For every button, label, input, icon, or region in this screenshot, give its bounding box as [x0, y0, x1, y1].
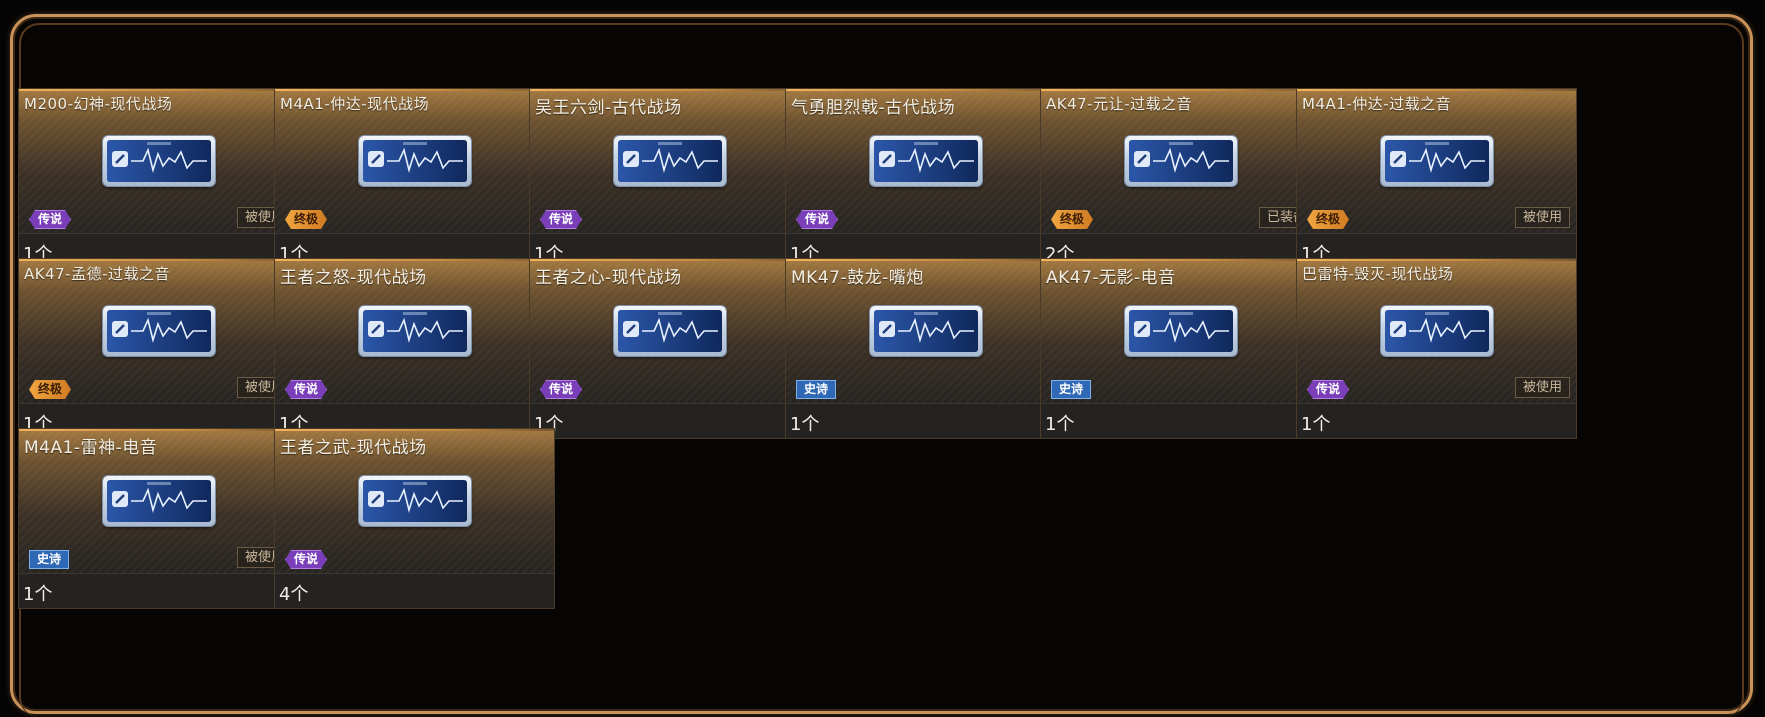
rarity-badge: 传说: [540, 210, 582, 229]
sound-ticket-icon: [1380, 306, 1493, 356]
item-name: M200-幻神-现代战场: [24, 95, 173, 113]
sound-ticket-icon: [869, 136, 982, 186]
item-card[interactable]: 王者之心-现代战场传说 1个: [529, 258, 810, 439]
rarity-badge: 史诗: [29, 550, 70, 569]
sound-ticket-icon: [613, 306, 726, 356]
rarity-badge: 史诗: [796, 380, 837, 399]
item-name: 王者之怒-现代战场: [280, 268, 427, 288]
rarity-badge: 终极: [285, 210, 327, 229]
count-bar: 1个: [1041, 404, 1320, 438]
sound-ticket-icon: [102, 306, 215, 356]
sound-ticket-icon: [358, 476, 471, 526]
item-card[interactable]: M200-幻神-现代战场 传说 被使用 1个: [18, 88, 299, 269]
rarity-badge: 终极: [29, 380, 71, 399]
item-count: 1个: [1301, 414, 1331, 435]
item-count: 1个: [1045, 414, 1075, 435]
item-card[interactable]: AK47-无影-电音史诗 1个: [1040, 258, 1321, 439]
rarity-badge: 传说: [285, 380, 327, 399]
item-card[interactable]: 王者之怒-现代战场 传说 1个: [274, 258, 555, 439]
item-card[interactable]: M4A1-仲达-现代战场 终极 1个: [274, 88, 555, 269]
item-name: M4A1-仲达-现代战场: [280, 95, 430, 113]
rarity-badge: 传说: [29, 210, 71, 229]
item-name: 吴王六剑-古代战场: [535, 98, 682, 118]
item-name: 王者之武-现代战场: [280, 438, 427, 458]
item-name: MK47-鼓龙-嘴炮: [791, 268, 924, 288]
sound-ticket-icon: [1124, 306, 1237, 356]
item-count: 1个: [790, 414, 820, 435]
item-card[interactable]: M4A1-仲达-过载之音 终极 被使用 1个: [1296, 88, 1577, 269]
rarity-badge: 终极: [1051, 210, 1093, 229]
item-count: 4个: [279, 584, 309, 605]
sound-ticket-icon: [1380, 136, 1493, 186]
item-card[interactable]: 吴王六剑-古代战场 传说 1个: [529, 88, 810, 269]
count-bar: 4个: [275, 574, 554, 608]
status-badge: 被使用: [1514, 207, 1570, 228]
count-bar: 1个: [530, 404, 809, 438]
count-bar: 1个: [19, 574, 298, 608]
item-name: M4A1-雷神-电音: [24, 438, 158, 458]
item-name: 气勇胆烈戟-古代战场: [791, 98, 956, 118]
item-count: 1个: [23, 584, 53, 605]
item-name: AK47-无影-电音: [1046, 268, 1176, 288]
item-card[interactable]: 王者之武-现代战场传说 4个: [274, 428, 555, 609]
rarity-badge: 传说: [1307, 380, 1349, 399]
sound-ticket-icon: [358, 306, 471, 356]
item-card[interactable]: MK47-鼓龙-嘴炮史诗 1个: [785, 258, 1066, 439]
item-card[interactable]: 巴雷特-毁灭-现代战场传说 被使用 1个: [1296, 258, 1577, 439]
rarity-badge: 传说: [540, 380, 582, 399]
sound-ticket-icon: [869, 306, 982, 356]
count-bar: 1个: [1297, 404, 1576, 438]
rarity-badge: 传说: [796, 210, 838, 229]
sound-ticket-icon: [102, 136, 215, 186]
sound-ticket-icon: [358, 136, 471, 186]
item-card[interactable]: AK47-元让-过载之音 终极 已装备 2个: [1040, 88, 1321, 269]
item-name: 巴雷特-毁灭-现代战场: [1302, 265, 1454, 283]
item-card[interactable]: 气勇胆烈戟-古代战场 传说 1个: [785, 88, 1066, 269]
sound-ticket-icon: [613, 136, 726, 186]
item-name: M4A1-仲达-过载之音: [1302, 95, 1452, 113]
item-card[interactable]: AK47-孟德-过载之音 终极 被使用 1个: [18, 258, 299, 439]
sound-ticket-icon: [1124, 136, 1237, 186]
item-card[interactable]: M4A1-雷神-电音 史诗 被使用 1个: [18, 428, 299, 609]
rarity-badge: 史诗: [1051, 380, 1092, 399]
status-badge: 被使用: [1514, 377, 1570, 398]
item-name: AK47-孟德-过载之音: [24, 265, 171, 283]
rarity-badge: 传说: [285, 550, 327, 569]
sound-ticket-icon: [102, 476, 215, 526]
count-bar: 1个: [786, 404, 1065, 438]
item-name: 王者之心-现代战场: [535, 268, 682, 288]
item-name: AK47-元让-过载之音: [1046, 95, 1193, 113]
rarity-badge: 终极: [1307, 210, 1349, 229]
